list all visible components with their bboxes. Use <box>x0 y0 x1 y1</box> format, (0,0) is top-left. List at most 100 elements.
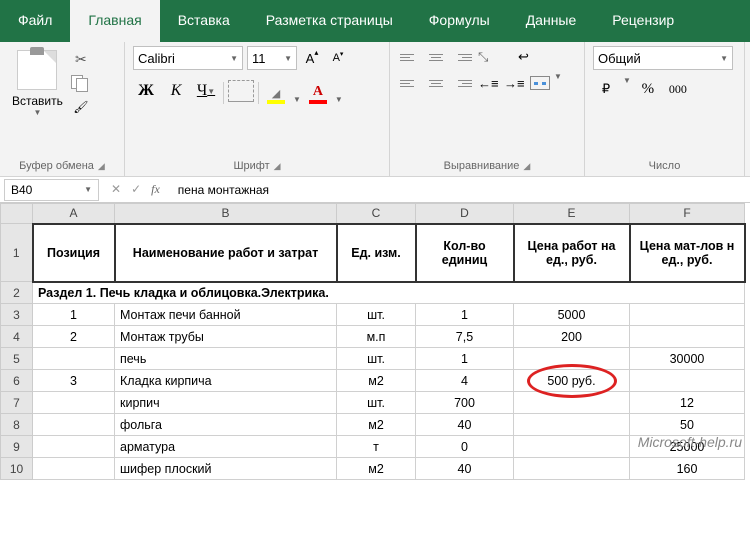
cell[interactable]: печь <box>115 348 337 370</box>
cell[interactable]: Позиция <box>33 224 115 282</box>
row-header[interactable]: 5 <box>1 348 33 370</box>
increase-indent-button[interactable]: →≡ <box>502 72 526 94</box>
align-middle-button[interactable] <box>424 46 448 68</box>
cell[interactable]: шт. <box>337 348 416 370</box>
cell[interactable]: шифер плоский <box>115 458 337 480</box>
cell[interactable]: м2 <box>337 370 416 392</box>
cell[interactable]: шт. <box>337 392 416 414</box>
tab-formulas[interactable]: Формулы <box>411 0 508 42</box>
row-header[interactable]: 8 <box>1 414 33 436</box>
dialog-launcher-icon[interactable]: ◢ <box>523 161 530 172</box>
format-painter-button[interactable] <box>71 98 91 116</box>
cell[interactable] <box>630 326 745 348</box>
cell[interactable]: 500 руб. <box>514 370 630 392</box>
percent-button[interactable]: % <box>635 76 661 102</box>
cell[interactable]: 5000 <box>514 304 630 326</box>
cell[interactable]: 0 <box>416 436 514 458</box>
cell[interactable] <box>33 392 115 414</box>
col-header[interactable]: F <box>630 204 745 224</box>
cell[interactable] <box>630 304 745 326</box>
row-header[interactable]: 2 <box>1 282 33 304</box>
cell[interactable]: Цена мат-лов н ед., руб. <box>630 224 745 282</box>
cell[interactable]: 7,5 <box>416 326 514 348</box>
row-header[interactable]: 3 <box>1 304 33 326</box>
bold-button[interactable]: Ж <box>133 78 159 104</box>
cell[interactable]: 12 <box>630 392 745 414</box>
cell[interactable] <box>33 458 115 480</box>
align-center-button[interactable] <box>424 72 448 94</box>
row-header[interactable]: 10 <box>1 458 33 480</box>
chevron-down-icon[interactable]: ▼ <box>293 95 301 104</box>
italic-button[interactable]: К <box>163 78 189 104</box>
font-color-button[interactable]: A <box>305 84 331 104</box>
tab-insert[interactable]: Вставка <box>160 0 248 42</box>
wrap-text-button[interactable]: ↩ <box>516 46 540 68</box>
decrease-indent-button[interactable]: ←≡ <box>476 72 500 94</box>
cell[interactable] <box>33 436 115 458</box>
col-header[interactable]: A <box>33 204 115 224</box>
row-header[interactable]: 6 <box>1 370 33 392</box>
cell[interactable]: м2 <box>337 414 416 436</box>
copy-button[interactable] <box>71 74 91 92</box>
align-left-button[interactable] <box>398 72 422 94</box>
cell[interactable]: 3 <box>33 370 115 392</box>
cell[interactable]: т <box>337 436 416 458</box>
cut-button[interactable] <box>71 50 91 68</box>
cell[interactable]: 40 <box>416 458 514 480</box>
cell[interactable] <box>33 414 115 436</box>
cancel-icon[interactable]: ✕ <box>111 182 121 197</box>
fx-icon[interactable]: fx <box>151 182 160 197</box>
tab-layout[interactable]: Разметка страницы <box>248 0 411 42</box>
col-header[interactable]: D <box>416 204 514 224</box>
dialog-launcher-icon[interactable]: ◢ <box>274 161 281 172</box>
cell[interactable]: 4 <box>416 370 514 392</box>
cell[interactable]: Кладка кирпича <box>115 370 337 392</box>
underline-button[interactable]: Ч ▼ <box>193 78 219 104</box>
number-format-combo[interactable]: Общий▼ <box>593 46 733 70</box>
cell[interactable]: арматура <box>115 436 337 458</box>
font-name-combo[interactable]: Calibri▼ <box>133 46 243 70</box>
cell[interactable]: Раздел 1. Печь кладка и облицовка.Электр… <box>33 282 745 304</box>
cell[interactable]: 30000 <box>630 348 745 370</box>
cell[interactable] <box>514 436 630 458</box>
cell[interactable]: Ед. изм. <box>337 224 416 282</box>
cell[interactable]: м.п <box>337 326 416 348</box>
align-right-button[interactable] <box>450 72 474 94</box>
fill-color-button[interactable] <box>263 85 289 104</box>
cell[interactable]: 2 <box>33 326 115 348</box>
cell[interactable] <box>514 392 630 414</box>
cell[interactable] <box>514 348 630 370</box>
increase-font-button[interactable]: A▴ <box>301 47 323 69</box>
row-header[interactable]: 9 <box>1 436 33 458</box>
cell[interactable]: 200 <box>514 326 630 348</box>
tab-data[interactable]: Данные <box>508 0 595 42</box>
cell[interactable]: Цена работ на ед., руб. <box>514 224 630 282</box>
cell[interactable]: 1 <box>416 348 514 370</box>
cell[interactable]: 700 <box>416 392 514 414</box>
formula-input[interactable]: пена монтажная <box>168 183 750 197</box>
thousands-button[interactable]: 000 <box>665 76 691 102</box>
cell[interactable] <box>33 348 115 370</box>
cell[interactable]: фольга <box>115 414 337 436</box>
cell[interactable]: 160 <box>630 458 745 480</box>
cell[interactable]: м2 <box>337 458 416 480</box>
currency-button[interactable] <box>593 76 619 102</box>
col-header[interactable]: C <box>337 204 416 224</box>
cell[interactable] <box>514 414 630 436</box>
enter-icon[interactable]: ✓ <box>131 182 141 197</box>
align-bottom-button[interactable] <box>450 46 474 68</box>
chevron-down-icon[interactable]: ▼ <box>623 76 631 102</box>
decrease-font-button[interactable]: A▾ <box>327 47 349 69</box>
cell[interactable]: Наименование работ и затрат <box>115 224 337 282</box>
dialog-launcher-icon[interactable]: ◢ <box>98 161 105 172</box>
cell[interactable] <box>630 370 745 392</box>
cell[interactable]: 1 <box>416 304 514 326</box>
cell[interactable]: 40 <box>416 414 514 436</box>
tab-file[interactable]: Файл <box>0 0 70 42</box>
cell[interactable]: Монтаж печи банной <box>115 304 337 326</box>
orientation-button[interactable] <box>476 46 500 68</box>
cell[interactable] <box>514 458 630 480</box>
align-top-button[interactable] <box>398 46 422 68</box>
cell[interactable]: шт. <box>337 304 416 326</box>
cell[interactable]: Кол-во единиц <box>416 224 514 282</box>
